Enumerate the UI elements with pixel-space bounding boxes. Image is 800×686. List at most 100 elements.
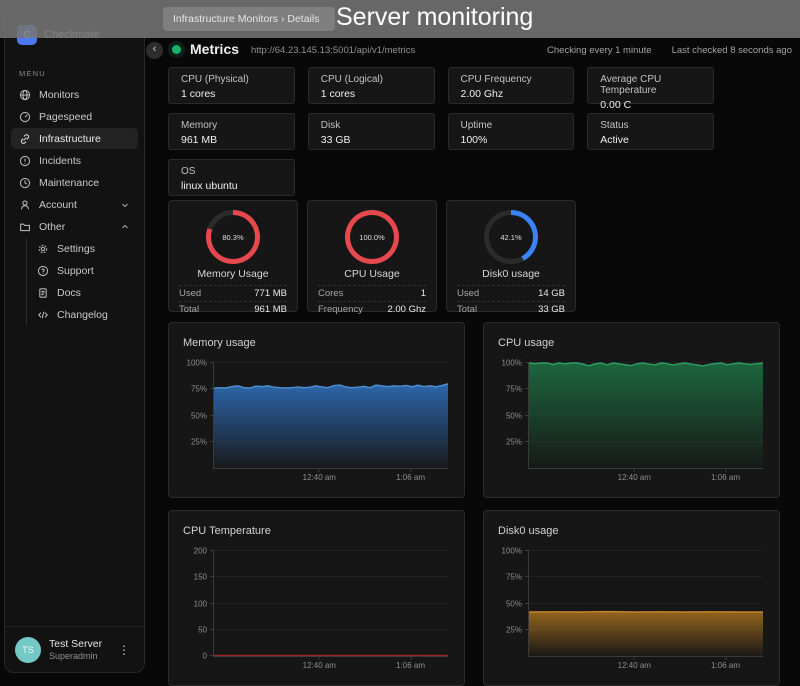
stat-value: 100% bbox=[461, 134, 562, 146]
stat-value: Active bbox=[600, 134, 701, 146]
usage-ring-icon: 100.0% bbox=[345, 210, 399, 264]
stat-card: OS linux ubuntu bbox=[168, 159, 295, 196]
stat-value: 0.00 C bbox=[600, 99, 701, 111]
y-tick-label: 75% bbox=[191, 385, 207, 394]
x-tick-label: 12:40 am bbox=[303, 473, 336, 482]
page-title: Metrics bbox=[190, 41, 239, 57]
sidebar-item-label: Pagespeed bbox=[39, 111, 92, 123]
x-tickmark bbox=[410, 656, 411, 660]
stat-card: Average CPU Temperature0.00 C bbox=[587, 67, 714, 104]
chart-plot: 20015010050012:40 am1:06 am bbox=[213, 551, 448, 657]
usage-ring-icon: 80.3% bbox=[206, 210, 260, 264]
stat-card: CPU (Logical)1 cores bbox=[308, 67, 435, 104]
gauge-stat-row: Cores1 bbox=[318, 285, 426, 301]
y-tick-label: 100 bbox=[194, 599, 207, 608]
y-tick-label: 200 bbox=[194, 547, 207, 556]
sidebar-item-other[interactable]: Other bbox=[11, 216, 138, 237]
gauge-stat-row: Total33 GB bbox=[457, 301, 565, 317]
gauge-stat-key: Total bbox=[179, 304, 199, 315]
cpu-temperature-chart: CPU Temperature 20015010050012:40 am1:06… bbox=[168, 510, 465, 686]
gauge-stat-row: Used771 MB bbox=[179, 285, 287, 301]
last-checked: Last checked 8 seconds ago bbox=[672, 45, 792, 56]
stat-label: Uptime bbox=[461, 120, 562, 131]
x-tickmark bbox=[725, 468, 726, 472]
chart-series bbox=[529, 551, 763, 656]
user-icon bbox=[19, 199, 31, 211]
stat-value: 2.00 Ghz bbox=[461, 88, 562, 100]
app-root: { "overlay": { "title": "Server monitori… bbox=[0, 0, 800, 682]
stat-cards-grid: CPU (Physical)1 coresCPU (Logical)1 core… bbox=[168, 67, 714, 196]
check-interval: Checking every 1 minute bbox=[547, 45, 652, 56]
chart-title: CPU Temperature bbox=[183, 525, 271, 537]
breadcrumb[interactable]: Infrastructure Monitors › Details bbox=[163, 7, 335, 31]
chart-title: Disk0 usage bbox=[498, 525, 559, 537]
overlay-title: Server monitoring bbox=[336, 3, 533, 32]
back-button[interactable]: ‹ bbox=[146, 42, 163, 59]
y-tick-label: 150 bbox=[194, 573, 207, 582]
y-tick-label: 25% bbox=[191, 437, 207, 446]
cpu-usage-chart: CPU usage 100%75%50%25%12:40 am1:06 am bbox=[483, 322, 780, 498]
clock-icon bbox=[19, 177, 31, 189]
x-tickmark bbox=[634, 656, 635, 660]
sidebar-user-row[interactable]: TS Test Server Superadmin ⋮ bbox=[5, 626, 144, 672]
sidebar-item-label: Docs bbox=[57, 287, 81, 299]
folder-icon bbox=[19, 221, 31, 233]
sidebar-item-label: Settings bbox=[57, 243, 95, 255]
check-info: Checking every 1 minute Last checked 8 s… bbox=[547, 45, 792, 56]
x-tick-label: 12:40 am bbox=[618, 661, 651, 670]
gauge-stat-row: Frequency2.00 Ghz bbox=[318, 301, 426, 317]
gauge-stat-value: 2.00 Ghz bbox=[387, 304, 426, 315]
sidebar-item-monitors[interactable]: Monitors bbox=[11, 84, 138, 105]
alert-circle-icon bbox=[19, 155, 31, 167]
x-tick-label: 1:06 am bbox=[711, 661, 740, 670]
x-tickmark bbox=[319, 656, 320, 660]
sidebar-item-support[interactable]: Support bbox=[27, 260, 138, 281]
status-dot-icon bbox=[172, 45, 181, 54]
usage-ring-icon: 42.1% bbox=[484, 210, 538, 264]
sidebar-item-changelog[interactable]: Changelog bbox=[27, 304, 138, 325]
chart-title: Memory usage bbox=[183, 337, 256, 349]
sidebar-item-infrastructure[interactable]: Infrastructure bbox=[11, 128, 138, 149]
y-tick-label: 25% bbox=[506, 625, 522, 634]
stat-value: linux ubuntu bbox=[181, 180, 282, 192]
y-tick-label: 0 bbox=[203, 652, 207, 661]
y-tick-label: 25% bbox=[506, 437, 522, 446]
y-tick-label: 75% bbox=[506, 573, 522, 582]
gear-icon bbox=[37, 243, 49, 255]
stat-value: 33 GB bbox=[321, 134, 422, 146]
gauge-label: CPU Usage bbox=[308, 268, 436, 280]
gauge-stat-value: 771 MB bbox=[254, 288, 287, 299]
sidebar-item-docs[interactable]: Docs bbox=[27, 282, 138, 303]
gauge-stat-row: Total961 MB bbox=[179, 301, 287, 317]
chart-plot: 100%75%50%25%12:40 am1:06 am bbox=[528, 363, 763, 469]
sidebar-item-account[interactable]: Account bbox=[11, 194, 138, 215]
stat-label: Average CPU Temperature bbox=[600, 74, 701, 96]
sidebar-item-incidents[interactable]: Incidents bbox=[11, 150, 138, 171]
stat-card: CPU Frequency2.00 Ghz bbox=[448, 67, 575, 104]
sidebar-item-label: Support bbox=[57, 265, 94, 277]
chart-plot: 100%75%50%25%12:40 am1:06 am bbox=[528, 551, 763, 657]
charts-grid: Memory usage 100%75%50%25%12:40 am1:06 a… bbox=[168, 322, 780, 686]
chart-series bbox=[214, 363, 448, 468]
gauge-stat-row: Used14 GB bbox=[457, 285, 565, 301]
gauge-label: Disk0 usage bbox=[447, 268, 575, 280]
disk0-usage-chart: Disk0 usage 100%75%50%25%12:40 am1:06 am bbox=[483, 510, 780, 686]
other-submenu: Settings Support Docs Changelog bbox=[26, 238, 144, 325]
x-tickmark bbox=[410, 468, 411, 472]
sidebar-item-pagespeed[interactable]: Pagespeed bbox=[11, 106, 138, 127]
kebab-menu-icon[interactable]: ⋮ bbox=[114, 641, 134, 659]
menu-section-label: MENU bbox=[19, 69, 130, 78]
gauge-stat-key: Total bbox=[457, 304, 477, 315]
x-tick-label: 1:06 am bbox=[711, 473, 740, 482]
y-tick-label: 100% bbox=[502, 359, 522, 368]
stat-label: OS bbox=[181, 166, 282, 177]
stat-card: StatusActive bbox=[587, 113, 714, 150]
sidebar-item-maintenance[interactable]: Maintenance bbox=[11, 172, 138, 193]
stat-value: 1 cores bbox=[181, 88, 282, 100]
globe-icon bbox=[19, 89, 31, 101]
code-icon bbox=[37, 309, 49, 321]
sidebar-item-settings[interactable]: Settings bbox=[27, 238, 138, 259]
infrastructure-link-icon bbox=[19, 133, 31, 145]
y-tick-label: 50 bbox=[198, 625, 207, 634]
sidebar: C Checkmate MENU Monitors Pagespeed Infr… bbox=[4, 6, 145, 673]
